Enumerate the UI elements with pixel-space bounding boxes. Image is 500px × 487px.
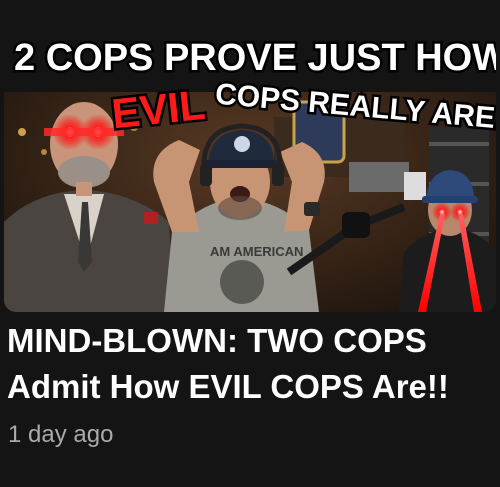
- thumbnail-image: AM AMERICAN 2 COPS PROVE JUST HOW EVIL C…: [4, 32, 496, 312]
- thumbnail-headline-line1: 2 COPS PROVE JUST HOW: [14, 37, 496, 79]
- video-title[interactable]: MIND-BLOWN: TWO COPS Admit How EVIL COPS…: [7, 318, 497, 410]
- shirt-text: AM AMERICAN: [210, 244, 303, 259]
- video-thumbnail[interactable]: AM AMERICAN 2 COPS PROVE JUST HOW EVIL C…: [4, 32, 496, 312]
- video-card[interactable]: AM AMERICAN 2 COPS PROVE JUST HOW EVIL C…: [0, 0, 500, 487]
- video-upload-age: 1 day ago: [8, 421, 114, 448]
- thumbnail-headline-evil: EVIL: [110, 81, 208, 138]
